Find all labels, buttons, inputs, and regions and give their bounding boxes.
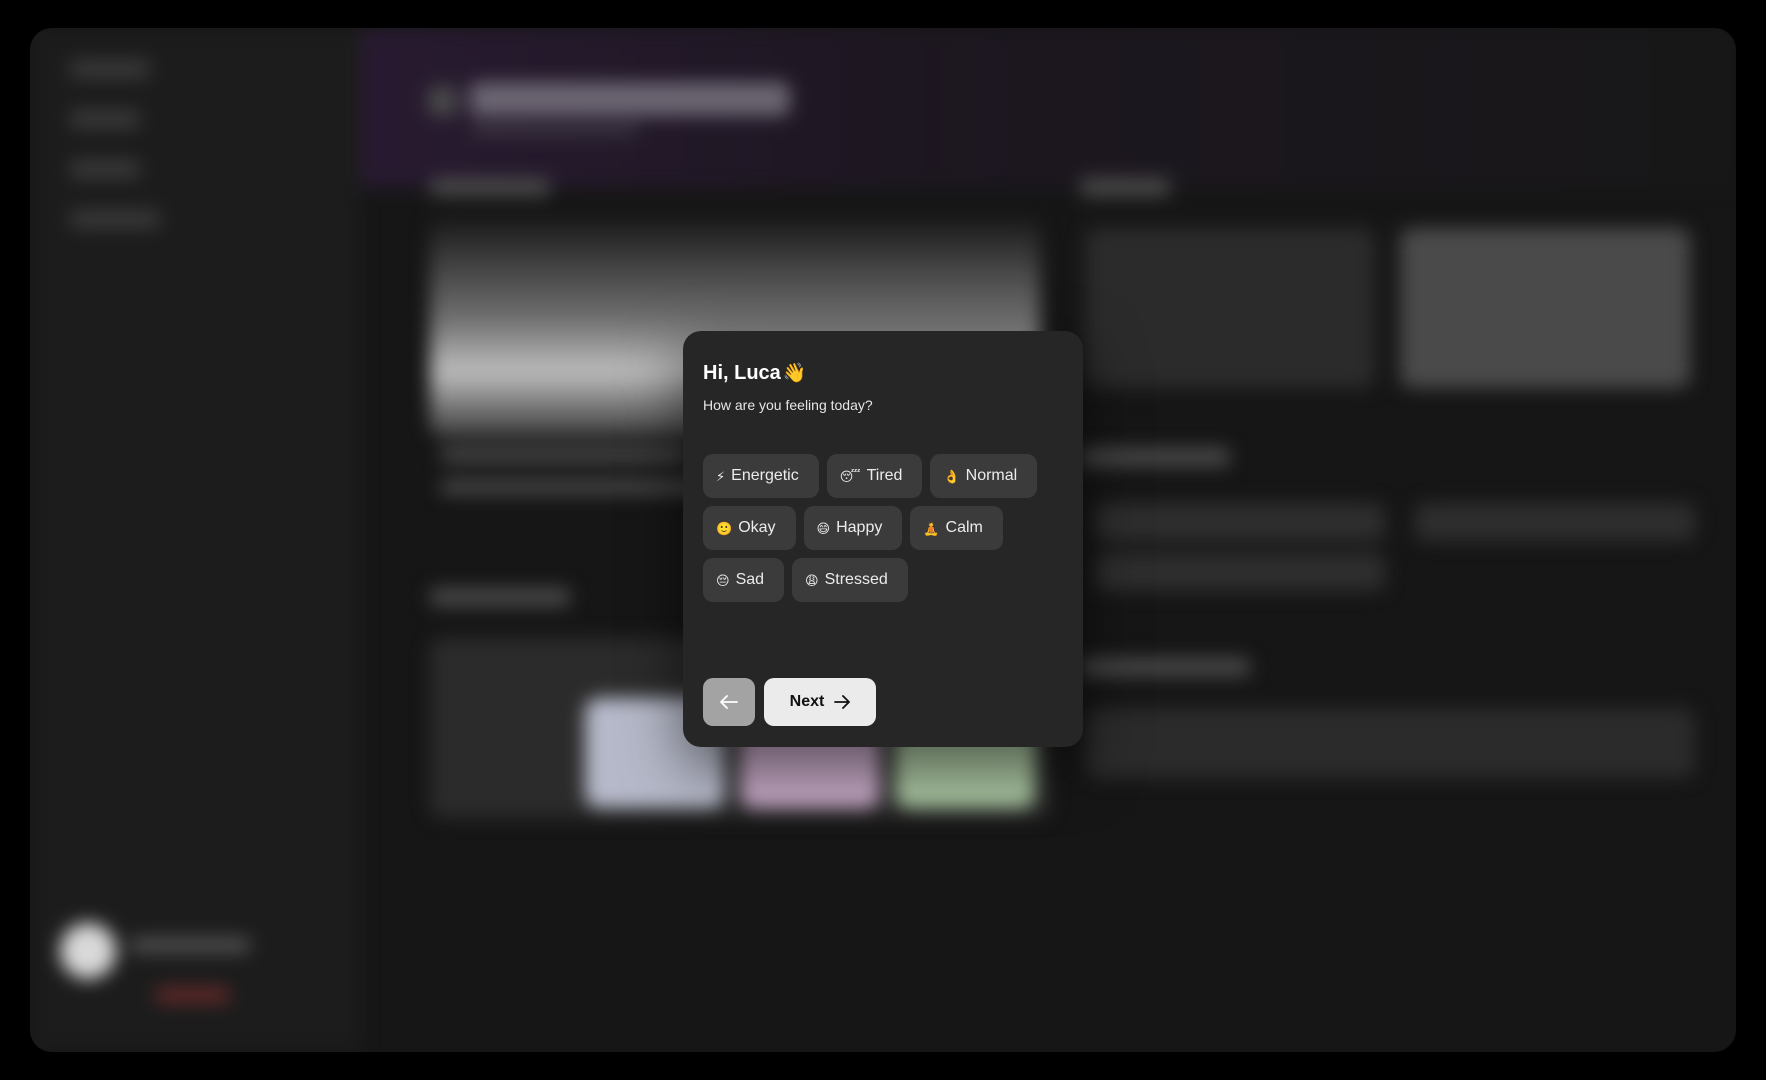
back-button[interactable] — [703, 678, 755, 726]
user-name-placeholder — [130, 938, 250, 952]
back-icon — [428, 86, 458, 116]
ok-hand-icon: 👌 — [943, 468, 960, 484]
mood-label: Energetic — [731, 467, 799, 484]
greeting-text: Hi, Luca — [703, 361, 781, 384]
mood-option-happy[interactable]: 😄 Happy — [803, 506, 903, 550]
mood-option-stressed[interactable]: 😩 Stressed — [792, 558, 908, 602]
mood-checkin-modal: Hi, Luca 👋 How are you feeling today? ⚡ E… — [683, 331, 1083, 747]
lightning-icon: ⚡ — [716, 468, 726, 484]
chip — [1095, 503, 1385, 541]
app-window: Hi, Luca 👋 How are you feeling today? ⚡ E… — [30, 28, 1736, 1052]
mood-label: Calm — [945, 519, 983, 536]
sidebar-item — [70, 210, 160, 228]
video-title-placeholder — [440, 448, 690, 462]
sidebar-item — [70, 160, 140, 178]
section-label — [430, 178, 550, 196]
mood-option-energetic[interactable]: ⚡ Energetic — [703, 454, 819, 498]
section-label — [1080, 448, 1230, 466]
next-button[interactable]: Next — [764, 678, 876, 726]
chip — [1095, 553, 1385, 591]
mood-label: Normal — [965, 467, 1018, 484]
mood-label: Sad — [735, 571, 765, 588]
chip — [1415, 503, 1695, 541]
panel — [1085, 228, 1375, 388]
mood-label: Stressed — [824, 571, 888, 588]
slight-smile-icon: 🙂 — [716, 520, 733, 536]
mood-option-sad[interactable]: 😔 Sad — [703, 558, 785, 602]
mood-options: ⚡ Energetic 😴 Tired 👌 Normal 🙂 Okay 😄 Ha… — [703, 454, 1073, 602]
section-label — [430, 588, 570, 606]
meditation-icon: 🧘 — [923, 520, 940, 536]
mood-label: Tired — [866, 467, 903, 484]
greeting-heading: Hi, Luca 👋 — [703, 361, 806, 385]
sidebar-logo — [70, 60, 150, 78]
mood-option-tired[interactable]: 😴 Tired — [826, 454, 923, 498]
sleeping-face-icon: 😴 — [839, 468, 861, 484]
mood-option-normal[interactable]: 👌 Normal — [930, 454, 1038, 498]
mood-label: Okay — [738, 519, 776, 536]
arrow-left-icon — [720, 695, 738, 709]
sidebar-item — [70, 110, 140, 128]
arrow-right-icon — [834, 695, 851, 709]
avatar — [60, 923, 116, 979]
section-label — [1080, 658, 1250, 676]
mood-question: How are you feeling today? — [703, 397, 873, 413]
user-status-placeholder — [155, 988, 230, 1002]
waving-hand-icon: 👋 — [782, 363, 807, 384]
page-title-placeholder — [470, 82, 790, 116]
grinning-face-icon: 😄 — [816, 520, 831, 536]
panel — [1085, 708, 1695, 778]
mood-option-calm[interactable]: 🧘 Calm — [910, 506, 1003, 550]
mood-option-okay[interactable]: 🙂 Okay — [703, 506, 796, 550]
panel — [1400, 228, 1690, 388]
next-button-label: Next — [789, 693, 825, 710]
mood-label: Happy — [836, 519, 883, 536]
section-label — [1080, 178, 1170, 196]
page-subtitle-placeholder — [470, 124, 640, 136]
sidebar — [30, 28, 360, 1052]
weary-face-icon: 😩 — [805, 572, 819, 588]
pensive-face-icon: 😔 — [716, 572, 730, 588]
